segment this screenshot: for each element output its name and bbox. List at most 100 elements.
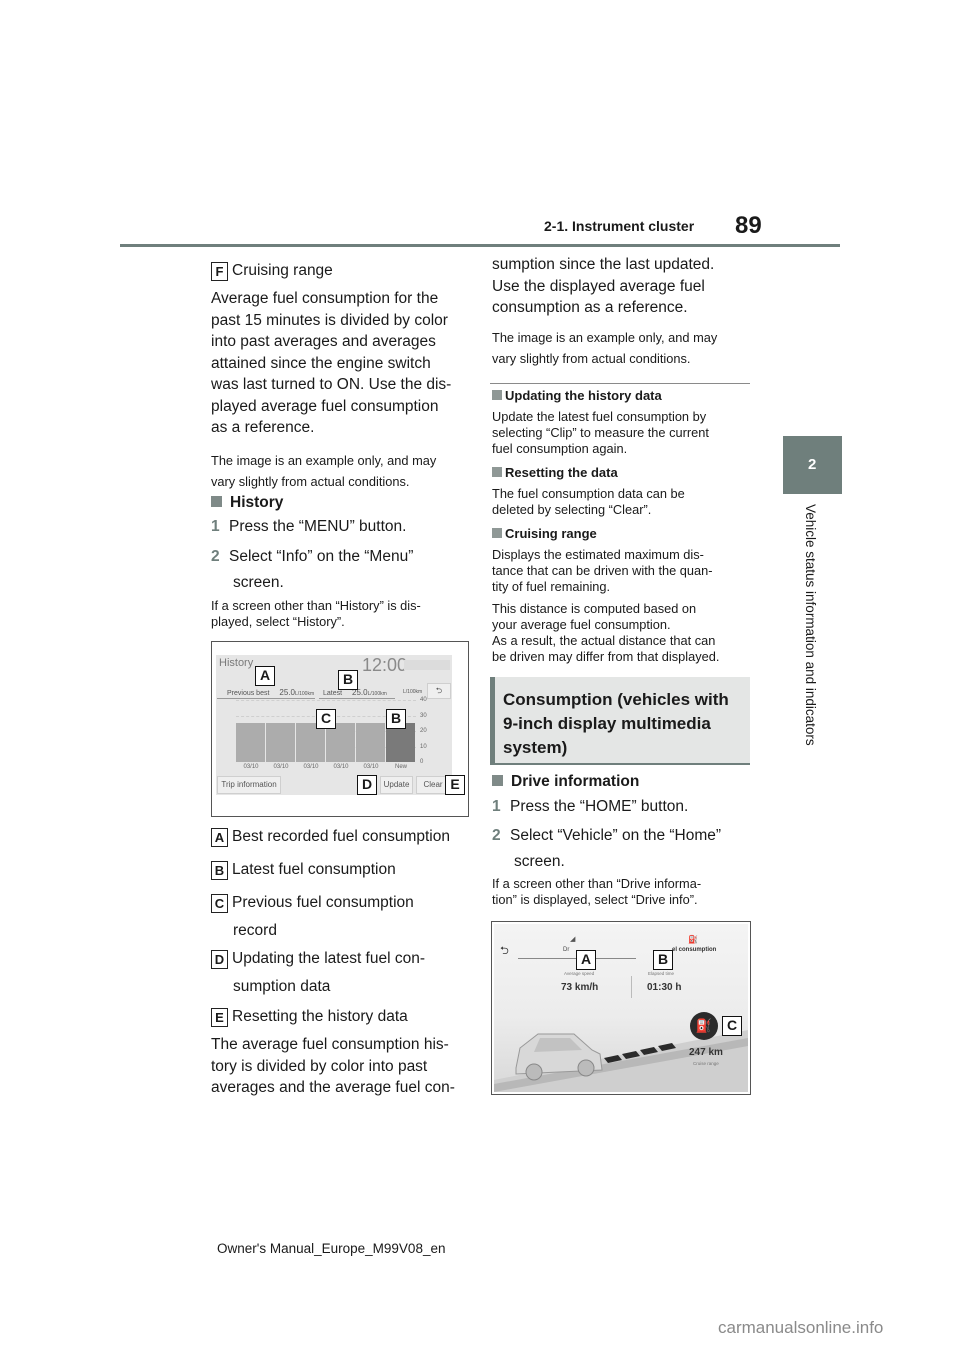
chapter-title: Vehicle status information and indicator… <box>803 504 818 746</box>
signal-icon: ◢ <box>570 936 576 943</box>
legend-text-cont: sumption data <box>233 977 331 995</box>
axis-unit: L/100km <box>403 689 423 695</box>
text-line: played average fuel consumption <box>211 397 439 415</box>
note-2: The image is an example only, and may va… <box>492 327 717 369</box>
text-line: The average fuel consumption his- <box>211 1036 449 1053</box>
bar-previous <box>266 723 295 762</box>
step-number: 1 <box>492 798 501 815</box>
text-line: This distance is computed based on <box>492 601 697 616</box>
bar-latest <box>386 723 415 762</box>
legend-text: Previous fuel consumption <box>232 894 414 911</box>
paragraph-1: Average fuel consumption for the past 15… <box>211 288 471 439</box>
legend-text: Updating the latest fuel con- <box>232 950 426 967</box>
tab-drive[interactable]: Dr <box>563 947 569 953</box>
bar-previous <box>236 723 265 762</box>
back-arrow-icon[interactable]: ⮌ <box>500 942 509 961</box>
step-2: 2 Select “Info” on the “Menu” screen. <box>211 546 413 593</box>
x-tick-label: 03/10 <box>363 764 379 770</box>
step-2: 2 Select “Vehicle” on the “Home” screen. <box>492 825 721 872</box>
status-bar <box>404 660 450 670</box>
callout-b-bar: B <box>386 709 406 729</box>
fuel-pump-icon: ⛽ <box>688 935 698 944</box>
text-line: tion” is displayed, select “Drive info”. <box>492 892 698 907</box>
cruising-text-1: Displays the estimated maximum dis- tanc… <box>492 547 713 595</box>
callout-b: B <box>653 950 673 970</box>
step-text-cont: screen. <box>233 573 284 591</box>
y-axis: 40 30 20 10 0 <box>416 697 432 765</box>
previous-best-unit: L/100km <box>294 691 315 697</box>
page-number: 89 <box>735 212 762 239</box>
bar-previous <box>356 723 385 762</box>
x-tick-label: 03/10 <box>243 764 259 770</box>
callout-b: B <box>338 670 358 690</box>
heading-text: Updating the history data <box>505 388 662 403</box>
text-line: 9-inch display multimedia <box>503 714 711 733</box>
watermark[interactable]: carmanualsonline.info <box>718 1318 883 1338</box>
step-text-cont: screen. <box>514 852 565 870</box>
note-1: The image is an example only, and may va… <box>211 450 436 492</box>
label-b: B <box>211 861 228 880</box>
elapsed-label: Elapsed time <box>648 971 675 976</box>
item-f: F Cruising range <box>211 260 333 282</box>
text-line: Update the latest fuel consumption by <box>492 409 707 424</box>
back-arrow-icon: ⮌ <box>435 686 443 695</box>
cruising-heading: Cruising range <box>492 526 597 541</box>
y-tick-label: 30 <box>420 712 427 719</box>
latest-label: Latest <box>323 690 343 697</box>
latest-unit: L/100km <box>367 691 387 697</box>
text-line: deleted by selecting “Clear”. <box>492 502 652 517</box>
elapsed-value: 01:30 h <box>647 982 682 993</box>
step-text: Press the “HOME” button. <box>510 798 689 815</box>
trip-information-button[interactable]: Trip information <box>217 776 281 794</box>
legend-e: E Resetting the history data <box>211 1006 408 1028</box>
legend-text: Resetting the history data <box>232 1008 408 1025</box>
callout-d: D <box>357 775 377 795</box>
y-tick-label: 10 <box>420 743 427 750</box>
update-button[interactable]: Update <box>380 776 413 794</box>
callout-c: C <box>316 709 336 729</box>
resetting-text: The fuel consumption data can be deleted… <box>492 486 685 518</box>
section-title: Consumption (vehicles with 9-inch displa… <box>503 688 748 760</box>
previous-best-value: 25.0 <box>279 688 295 697</box>
step-number: 2 <box>492 827 501 844</box>
text-line: averages and the average fuel con- <box>211 1079 455 1096</box>
label-f: F <box>211 262 228 281</box>
text-line: Average fuel consumption for the <box>211 290 439 307</box>
divider <box>631 976 632 998</box>
callout-a: A <box>255 666 275 686</box>
y-tick-label: 20 <box>420 728 427 734</box>
range-label: Cruise range <box>693 1061 719 1066</box>
header-divider <box>120 244 840 247</box>
previous-best-label: Previous best <box>227 690 270 697</box>
underline <box>319 698 395 699</box>
document-id: Owner's Manual_Europe_M99V08_en <box>217 1241 446 1256</box>
drive-info-heading: Drive information <box>492 773 639 791</box>
updating-heading: Updating the history data <box>492 388 662 403</box>
tab-fuel-consumption[interactable]: el consumption <box>672 947 716 953</box>
divider <box>490 383 750 384</box>
x-tick-label: 03/10 <box>303 764 319 770</box>
text-line: The image is an example only, and may <box>211 453 437 468</box>
legend-a: A Best recorded fuel consumption <box>211 826 450 848</box>
history-screen-clock: 12:00 <box>362 655 408 675</box>
step-1: 1 Press the “MENU” button. <box>211 516 406 538</box>
range-value: 247 km <box>689 1047 723 1058</box>
x-tick-label: New <box>394 764 407 770</box>
callout-e: E <box>445 775 465 795</box>
callout-c: C <box>722 1016 742 1036</box>
text-line: fuel consumption again. <box>492 441 628 456</box>
step-number: 1 <box>211 518 220 535</box>
heading-square-icon <box>492 467 502 477</box>
text-line: Use the displayed average fuel <box>492 277 705 295</box>
callout-a: A <box>576 950 596 970</box>
previous-best[interactable]: Previous best 25.0L/100km <box>227 688 314 697</box>
step-1: 1 Press the “HOME” button. <box>492 796 688 818</box>
section-header: 2-1. Instrument cluster <box>544 218 695 234</box>
heading-square-icon <box>492 775 503 786</box>
label-d: D <box>211 950 228 969</box>
x-tick-label: 03/10 <box>333 764 349 770</box>
x-axis: 03/10 03/10 03/10 03/10 03/10 New <box>236 764 416 774</box>
underline <box>217 698 315 699</box>
avg-speed-value: 73 km/h <box>561 982 599 993</box>
drive-note: If a screen other than “Drive informa- t… <box>492 876 701 908</box>
